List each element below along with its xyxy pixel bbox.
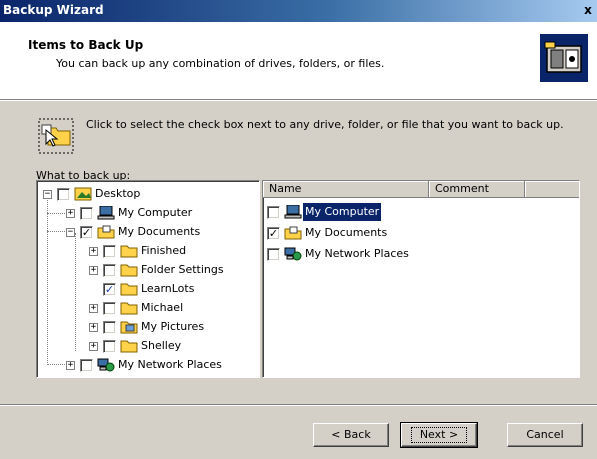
column-header-filler bbox=[525, 181, 579, 198]
folder-cursor-icon bbox=[38, 118, 74, 154]
my-network-places-list-checkbox[interactable] bbox=[267, 248, 280, 261]
finished-checkbox[interactable] bbox=[103, 245, 116, 258]
expand-toggle[interactable]: + bbox=[89, 304, 98, 313]
learnlots-checkbox[interactable] bbox=[103, 283, 116, 296]
desktop-icon bbox=[74, 187, 92, 201]
my-computer-icon bbox=[284, 205, 302, 219]
my-computer-icon bbox=[97, 206, 115, 220]
my-computer-list-checkbox[interactable] bbox=[267, 206, 280, 219]
my-documents-checkbox[interactable] bbox=[80, 226, 93, 239]
expand-toggle[interactable]: + bbox=[89, 323, 98, 332]
list-item-my-network-places[interactable]: My Network Places bbox=[263, 245, 563, 263]
footer-divider-highlight bbox=[0, 405, 597, 406]
tree-item-label: Folder Settings bbox=[141, 263, 224, 276]
expand-toggle[interactable]: + bbox=[89, 266, 98, 275]
tree-item-finished[interactable]: + Finished bbox=[37, 242, 257, 260]
tree-item-label: Michael bbox=[141, 301, 184, 314]
tree-item-label: Finished bbox=[141, 244, 187, 257]
my-pictures-checkbox[interactable] bbox=[103, 321, 116, 334]
collapse-toggle[interactable]: − bbox=[66, 228, 75, 237]
my-documents-icon bbox=[284, 226, 302, 240]
collapse-toggle[interactable]: − bbox=[43, 190, 52, 199]
network-places-icon bbox=[97, 358, 115, 372]
list-item-label: My Network Places bbox=[305, 247, 409, 260]
column-header-comment[interactable]: Comment bbox=[429, 181, 525, 198]
close-icon[interactable]: x bbox=[581, 3, 595, 17]
list-item-my-documents[interactable]: My Documents bbox=[263, 224, 563, 242]
tree-item-my-pictures[interactable]: + My Pictures bbox=[37, 318, 257, 336]
folder-icon bbox=[120, 245, 138, 258]
tree-item-shelley[interactable]: + Shelley bbox=[37, 337, 257, 355]
backup-cabinet-icon bbox=[540, 34, 588, 82]
network-places-icon bbox=[284, 247, 302, 261]
page-title: Items to Back Up bbox=[28, 38, 144, 52]
tree-item-label: Shelley bbox=[141, 339, 182, 352]
tree-item-label: My Computer bbox=[118, 206, 193, 219]
tree-item-label: Desktop bbox=[95, 187, 141, 200]
window-title: Backup Wizard bbox=[3, 3, 104, 17]
tree-item-my-computer[interactable]: + My Computer bbox=[37, 204, 257, 222]
expand-toggle[interactable]: + bbox=[66, 361, 75, 370]
tree-item-learnlots[interactable]: LearnLots bbox=[37, 280, 257, 298]
my-network-places-checkbox[interactable] bbox=[80, 359, 93, 372]
folder-settings-checkbox[interactable] bbox=[103, 264, 116, 277]
next-button-label: Next > bbox=[410, 427, 468, 443]
shelley-checkbox[interactable] bbox=[103, 340, 116, 353]
my-computer-checkbox[interactable] bbox=[80, 207, 93, 220]
header-divider bbox=[0, 100, 597, 101]
michael-checkbox[interactable] bbox=[103, 302, 116, 315]
list-item-my-computer[interactable]: My Computer bbox=[263, 203, 563, 221]
instruction-text: Click to select the check box next to an… bbox=[86, 118, 564, 131]
page-subtitle: You can back up any combination of drive… bbox=[56, 57, 385, 70]
tree-item-michael[interactable]: + Michael bbox=[37, 299, 257, 317]
title-bar: Backup Wizard x bbox=[0, 0, 597, 22]
tree-item-label: My Documents bbox=[118, 225, 201, 238]
back-button[interactable]: < Back bbox=[313, 423, 389, 447]
folder-icon bbox=[120, 340, 138, 353]
wizard-header: Items to Back Up You can back up any com… bbox=[0, 22, 597, 100]
tree-item-label: My Network Places bbox=[118, 358, 222, 371]
tree-item-label: LearnLots bbox=[141, 282, 195, 295]
tree-item-desktop[interactable]: − Desktop bbox=[37, 185, 257, 203]
folder-icon bbox=[120, 264, 138, 277]
list-item-label: My Computer bbox=[303, 203, 382, 221]
folder-tree[interactable]: − Desktop + My Computer − My Documents +… bbox=[36, 180, 260, 378]
expand-toggle[interactable]: + bbox=[89, 247, 98, 256]
expand-toggle[interactable]: + bbox=[89, 342, 98, 351]
tree-item-my-network-places[interactable]: + My Network Places bbox=[37, 356, 257, 374]
my-documents-icon bbox=[97, 225, 115, 239]
item-list[interactable]: Name Comment My Computer My Documents My… bbox=[262, 180, 580, 378]
folder-icon bbox=[120, 283, 138, 296]
desktop-checkbox[interactable] bbox=[57, 188, 70, 201]
my-documents-list-checkbox[interactable] bbox=[267, 227, 280, 240]
tree-item-label: My Pictures bbox=[141, 320, 205, 333]
list-item-label: My Documents bbox=[305, 226, 388, 239]
tree-item-my-documents[interactable]: − My Documents bbox=[37, 223, 257, 241]
folder-icon bbox=[120, 302, 138, 315]
tree-item-folder-settings[interactable]: + Folder Settings bbox=[37, 261, 257, 279]
pictures-folder-icon bbox=[120, 321, 138, 334]
cancel-button[interactable]: Cancel bbox=[507, 423, 583, 447]
column-header-name[interactable]: Name bbox=[263, 181, 429, 198]
expand-toggle[interactable]: + bbox=[66, 209, 75, 218]
next-button[interactable]: Next > bbox=[400, 422, 478, 448]
